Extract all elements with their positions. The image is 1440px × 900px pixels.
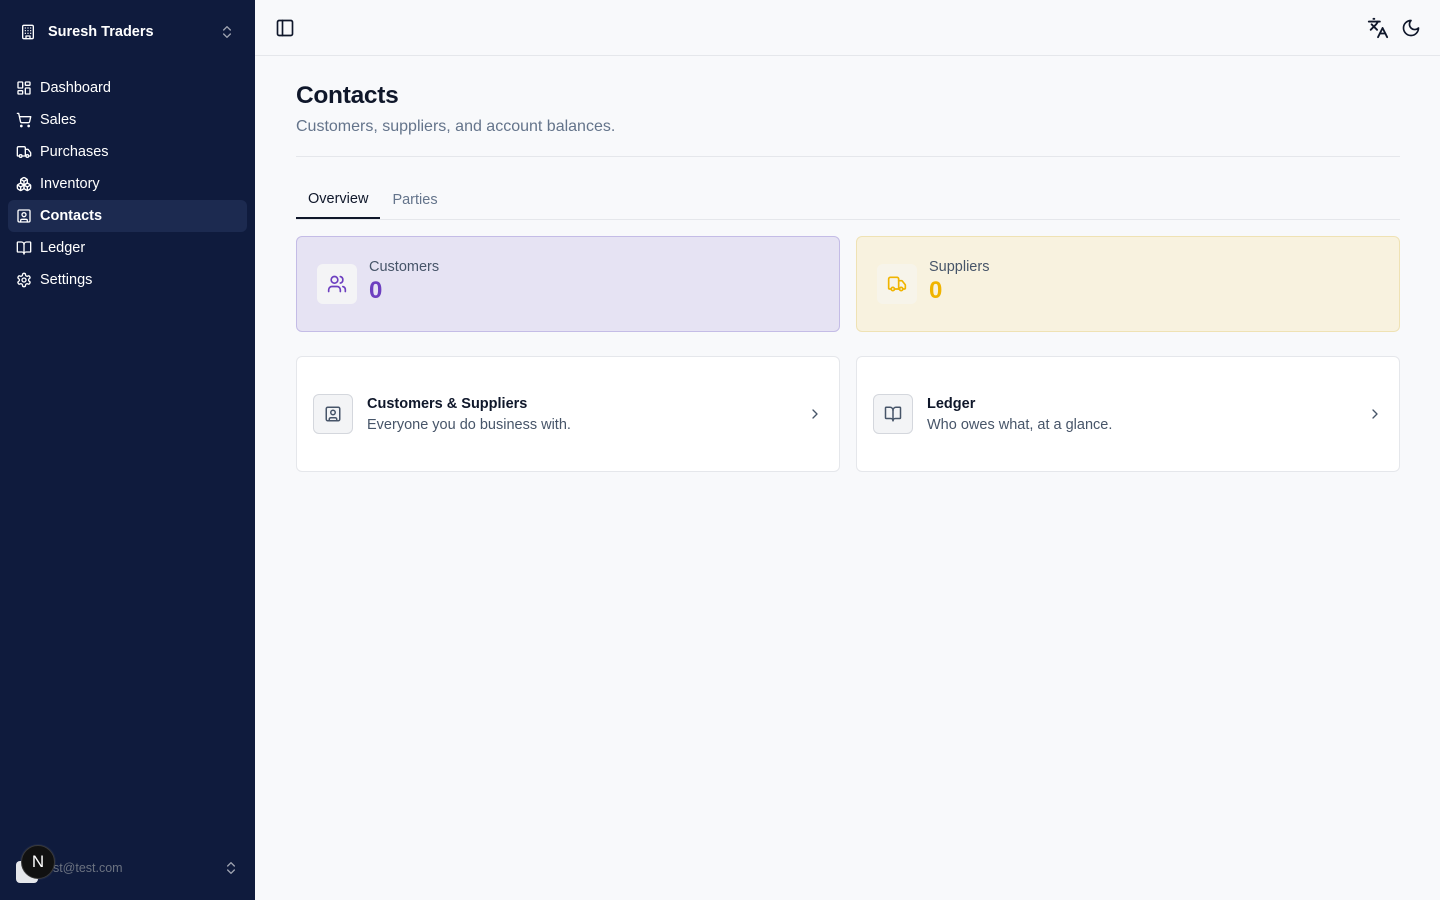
sidebar-item-label: Settings [40,272,93,288]
card-title: Customers & Suppliers [367,395,528,412]
sidebar-item-label: Inventory [40,176,100,192]
chevrons-up-down-icon [219,24,235,40]
book-icon [16,240,32,256]
sidebar-item-purchases[interactable]: Purchases [8,136,247,168]
page-title: Contacts [296,82,399,109]
sidebar-item-contacts[interactable]: Contacts [8,200,247,232]
customers-stat-value: 0 [369,277,383,304]
sidebar-item-sales[interactable]: Sales [8,104,247,136]
translate-icon[interactable] [1367,17,1389,39]
page-subtitle: Customers, suppliers, and account balanc… [296,118,616,135]
sidebar: Suresh Traders Dashboard Sales Purchases [0,0,255,900]
card-description: Everyone you do business with. [367,416,571,433]
sidebar-nav: Dashboard Sales Purchases Inventory Cont… [8,72,247,296]
contact-icon [313,394,353,434]
truck-icon [16,144,32,160]
sidebar-item-label: Purchases [40,144,109,160]
gear-icon [16,272,32,288]
user-email: est@test.com [46,861,123,875]
chevrons-up-down-icon [223,860,239,876]
tab-list: Overview Parties [296,180,1400,220]
suppliers-stat-value: 0 [929,277,943,304]
suppliers-stat-card: Suppliers 0 [856,236,1400,332]
org-name: Suresh Traders [48,24,154,40]
top-bar [255,0,1440,56]
sidebar-toggle-icon[interactable] [275,18,295,38]
users-icon [317,264,357,304]
sidebar-item-settings[interactable]: Settings [8,264,247,296]
sidebar-item-dashboard[interactable]: Dashboard [8,72,247,104]
sidebar-item-ledger[interactable]: Ledger [8,232,247,264]
sidebar-item-label: Dashboard [40,80,111,96]
customers-stat-card: Customers 0 [296,236,840,332]
suppliers-stat-label: Suppliers [929,259,990,275]
moon-icon[interactable] [1401,18,1421,38]
building-icon [20,24,36,40]
ledger-card[interactable]: Ledger Who owes what, at a glance. [856,356,1400,472]
sidebar-item-label: Ledger [40,240,86,256]
card-title: Ledger [927,395,976,412]
sidebar-item-label: Contacts [40,208,103,224]
customers-suppliers-card[interactable]: Customers & Suppliers Everyone you do bu… [296,356,840,472]
customers-stat-label: Customers [369,259,440,275]
chevron-right-icon [1367,406,1383,422]
card-description: Who owes what, at a glance. [927,416,1113,433]
nextjs-dev-badge[interactable]: N [21,845,55,879]
cart-icon [16,112,32,128]
dashboard-icon [16,80,32,96]
chevron-right-icon [807,406,823,422]
tab-parties[interactable]: Parties [380,180,449,219]
book-icon [873,394,913,434]
sidebar-item-inventory[interactable]: Inventory [8,168,247,200]
divider [296,156,1400,157]
org-switcher[interactable]: Suresh Traders [8,12,247,52]
boxes-icon [16,176,32,192]
truck-icon [877,264,917,304]
tab-overview[interactable]: Overview [296,180,381,219]
sidebar-item-label: Sales [40,112,77,128]
contact-icon [16,208,32,224]
